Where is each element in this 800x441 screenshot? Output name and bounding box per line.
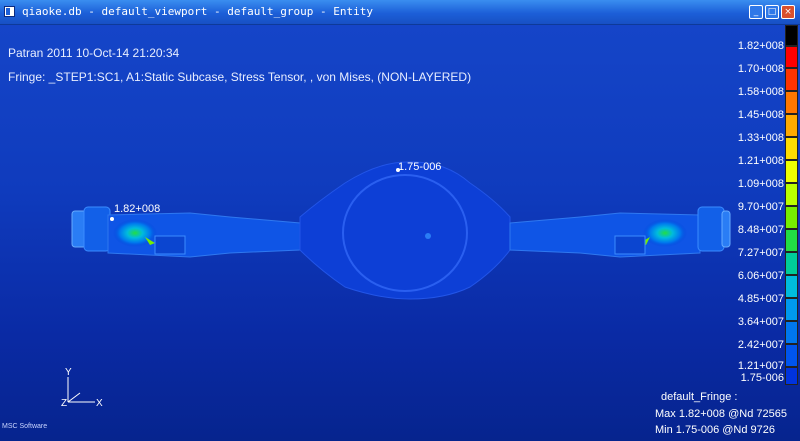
legend-label: 1.21+008 [737, 155, 784, 167]
legend-label: 1.82+008 [737, 40, 784, 52]
title-bar[interactable]: qiaoke.db - default_viewport - default_g… [0, 0, 800, 25]
legend-swatch-13 [785, 344, 798, 367]
legend-label: 1.09+008 [737, 178, 784, 190]
axis-y-label: Y [65, 367, 72, 378]
legend-swatch-8 [785, 229, 798, 252]
axis-x-label: X [96, 398, 103, 409]
legend-bottom-label: 1.75-006 [740, 372, 784, 384]
legend-label: 4.85+007 [737, 293, 784, 305]
right-bracket [614, 235, 646, 255]
legend-swatch-1 [785, 68, 798, 91]
min-value-label: 1.75-006 [398, 161, 442, 173]
minimize-button[interactable]: _ [749, 5, 763, 19]
center-node-mark [425, 233, 431, 239]
msc-software-logo: MSC Software [2, 423, 48, 430]
max-node-marker [110, 217, 114, 221]
legend-swatch-9 [785, 252, 798, 275]
legend-label: 1.33+008 [737, 132, 784, 144]
max-value-label: 1.82+008 [114, 203, 161, 215]
legend-swatch-6 [785, 183, 798, 206]
legend-swatch-12 [785, 321, 798, 344]
legend-swatch-11 [785, 298, 798, 321]
legend-swatch-0 [785, 46, 798, 68]
graphics-viewport[interactable]: Patran 2011 10-Oct-14 21:20:34 Fringe: _… [0, 25, 800, 441]
right-end-flange [721, 210, 731, 248]
axle-housing-model[interactable] [0, 25, 800, 441]
right-stress-hotspot [643, 219, 687, 247]
axis-triad: Y Z X [61, 367, 103, 409]
close-button[interactable]: × [781, 5, 795, 19]
legend-swatch-3 [785, 114, 798, 137]
app-window-icon[interactable] [4, 6, 15, 17]
legend-label: 3.64+007 [737, 316, 784, 328]
legend-label: 8.48+007 [737, 224, 784, 236]
legend-swatch-4 [785, 137, 798, 160]
legend-label: 1.70+008 [737, 63, 784, 75]
left-flange-ring [83, 206, 111, 252]
patran-window: qiaoke.db - default_viewport - default_g… [0, 0, 800, 441]
fringe-summary-max: Max 1.82+008 @Nd 72565 [655, 408, 787, 420]
legend-swatch-14 [785, 367, 798, 385]
window-title: qiaoke.db - default_viewport - default_g… [22, 5, 373, 18]
legend-swatch-10 [785, 275, 798, 298]
left-bracket [154, 235, 186, 255]
axis-z-label: Z [61, 398, 67, 409]
fringe-summary-title: default_Fringe : [661, 391, 738, 403]
legend-label: 6.06+007 [737, 270, 784, 282]
legend-top-swatch [785, 25, 798, 46]
right-flange-ring [697, 206, 725, 252]
legend-label: 1.45+008 [737, 109, 784, 121]
fringe-summary-min: Min 1.75-006 @Nd 9726 [655, 424, 776, 436]
legend-label: 1.58+008 [737, 86, 784, 98]
legend-label: 7.27+007 [737, 247, 784, 259]
legend-swatch-7 [785, 206, 798, 229]
legend-swatch-2 [785, 91, 798, 114]
legend-label: 1.21+007 [737, 360, 784, 372]
legend-swatch-5 [785, 160, 798, 183]
maximize-button[interactable]: □ [765, 5, 779, 19]
legend-label: 2.42+007 [737, 339, 784, 351]
legend-label: 9.70+007 [737, 201, 784, 213]
center-banjo-housing [299, 161, 511, 300]
